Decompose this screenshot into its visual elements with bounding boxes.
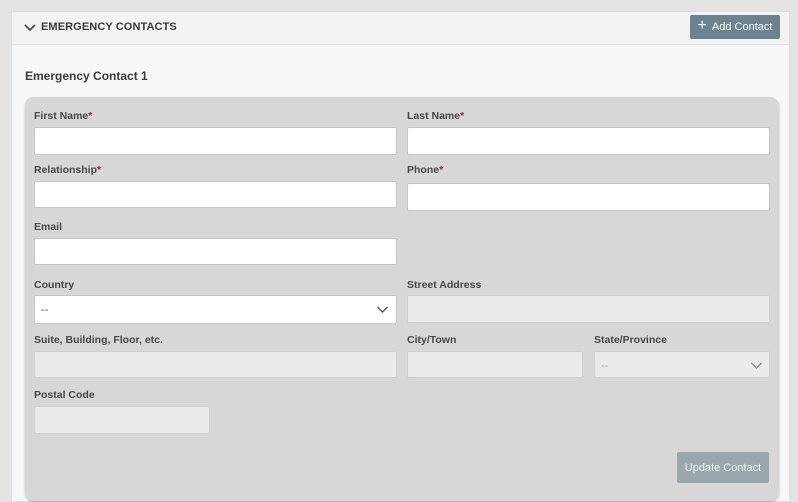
contact-form: First Name* Last Name* Relationship* Pho… xyxy=(25,97,779,501)
suite-field[interactable] xyxy=(34,351,397,378)
city-field[interactable] xyxy=(407,351,583,378)
update-contact-button[interactable]: Update Contact xyxy=(677,452,769,483)
state-value: -- xyxy=(601,360,609,372)
city-label: City/Town xyxy=(407,334,457,346)
last-name-label: Last Name* xyxy=(407,110,465,122)
first-name-field[interactable] xyxy=(34,127,397,155)
street-address-label: Street Address xyxy=(407,279,482,291)
postal-code-label: Postal Code xyxy=(34,389,95,401)
first-name-label: First Name* xyxy=(34,110,93,122)
country-select[interactable]: -- xyxy=(34,295,397,324)
suite-label: Suite, Building, Floor, etc. xyxy=(34,334,163,346)
section-title: EMERGENCY CONTACTS xyxy=(41,21,177,33)
relationship-label: Relationship* xyxy=(34,164,102,176)
state-select[interactable]: -- xyxy=(594,351,770,378)
add-contact-button[interactable]: + Add Contact xyxy=(690,15,780,39)
phone-label: Phone* xyxy=(407,164,444,176)
chevron-down-icon[interactable] xyxy=(376,305,389,314)
country-value: -- xyxy=(41,304,49,316)
chevron-down-icon[interactable] xyxy=(750,361,763,370)
add-contact-label: Add Contact xyxy=(711,21,773,33)
panel-header[interactable]: EMERGENCY CONTACTS + Add Contact xyxy=(12,12,789,45)
email-label: Email xyxy=(34,221,63,233)
phone-field[interactable] xyxy=(407,183,770,211)
country-label: Country xyxy=(34,279,75,291)
email-field[interactable] xyxy=(34,238,397,265)
relationship-field[interactable] xyxy=(34,181,397,208)
emergency-contacts-panel: EMERGENCY CONTACTS + Add Contact Emergen… xyxy=(11,11,790,502)
plus-icon: + xyxy=(697,17,707,34)
state-label: State/Province xyxy=(594,334,667,346)
last-name-field[interactable] xyxy=(407,127,770,155)
contact-title: Emergency Contact 1 xyxy=(25,69,148,83)
postal-code-field[interactable] xyxy=(34,406,210,434)
chevron-down-icon[interactable] xyxy=(23,23,37,33)
street-address-field[interactable] xyxy=(407,295,770,323)
